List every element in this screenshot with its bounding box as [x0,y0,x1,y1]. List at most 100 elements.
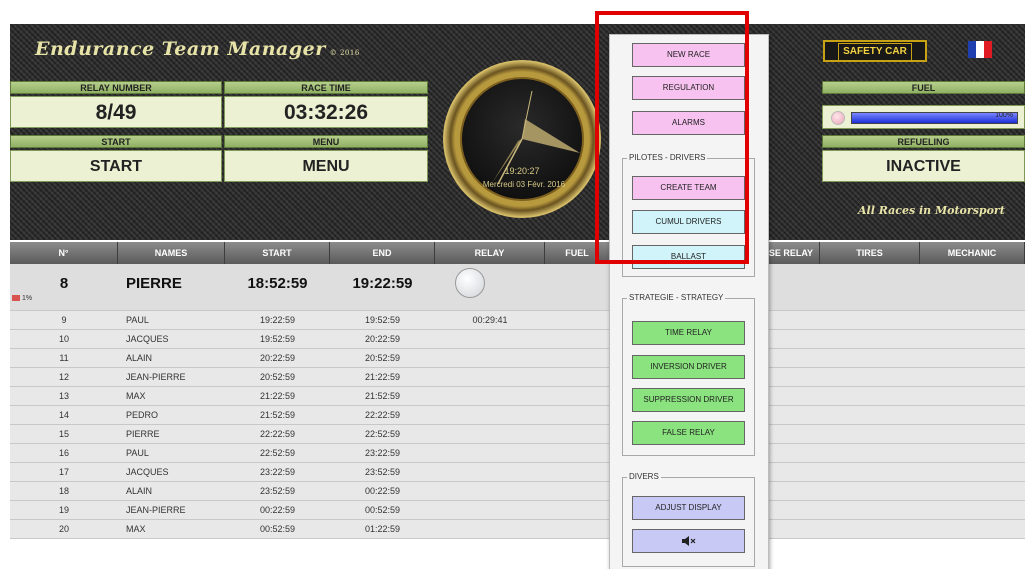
cell-start: 23:22:59 [259,467,296,477]
cell-relay [435,349,545,367]
strategy-group-title: STRATEGIE - STRATEGY [627,293,726,302]
col-header-tires: TIRES [820,242,920,264]
copyright-year: © 2016 [329,49,360,57]
table-row[interactable]: 11 ALAIN 20:22:59 20:52:59 [10,349,1025,368]
divers-group: DIVERS ADJUST DISPLAY [622,472,755,567]
cell-number: 11 [59,353,69,363]
mute-button[interactable] [632,529,745,553]
race-time-value: 03:32:26 [224,96,428,128]
progress-percent-text: 1% [22,295,33,302]
cell-relay [435,330,545,348]
cumul-drivers-button[interactable]: CUMUL DRIVERS [632,210,745,234]
french-flag-icon[interactable] [968,41,992,58]
cell-end: 19:52:59 [364,315,401,325]
cell-relay [435,501,545,519]
new-race-button[interactable]: NEW RACE [632,43,745,67]
time-relay-button[interactable]: TIME RELAY [632,321,745,345]
fuel-indicator-icon [831,111,845,125]
drivers-group: PILOTES - DRIVERS CREATE TEAM CUMUL DRIV… [622,153,755,277]
cell-start: 20:22:59 [259,353,296,363]
col-header-names: NAMES [118,242,225,264]
table-row[interactable]: 19 JEAN-PIERRE 00:22:59 00:52:59 [10,501,1025,520]
race-clock: 19:20:27 Mercredi 03 Févr. 2016 [443,60,601,218]
cell-name: PIERRE [126,429,160,439]
race-time-label: RACE TIME [224,81,428,94]
inversion-driver-button[interactable]: INVERSION DRIVER [632,355,745,379]
cell-start: 21:22:59 [259,391,296,401]
cell-end: 22:22:59 [364,410,401,420]
divers-group-title: DIVERS [627,472,661,481]
app-title-text: Endurance Team Manager [35,38,326,60]
col-header-start: START [225,242,330,264]
tagline: All Races in Motorsport [858,204,1005,217]
cell-relay: 00:29:41 [472,315,508,325]
table-row[interactable]: 10 JACQUES 19:52:59 20:22:59 [10,330,1025,349]
strategy-group: STRATEGIE - STRATEGY TIME RELAY INVERSIO… [622,293,755,456]
col-header-mechanic: MECHANIC [920,242,1025,264]
table-row[interactable]: 9 PAUL 19:22:59 19:52:59 00:29:41 [10,311,1025,330]
table-row[interactable]: 13 MAX 21:22:59 21:52:59 [10,387,1025,406]
clock-time: 19:20:27 [504,166,540,176]
cell-end: 20:52:59 [364,353,401,363]
drivers-group-title: PILOTES - DRIVERS [627,153,708,162]
ballast-button[interactable]: BALLAST [632,245,745,269]
cell-relay [435,425,545,443]
start-label: START [10,135,222,148]
cell-relay [435,406,545,424]
cell-number: 10 [58,334,69,344]
menu-button[interactable]: MENU [224,150,428,182]
start-button[interactable]: START [10,150,222,182]
table-row[interactable]: 18 ALAIN 23:52:59 00:22:59 [10,482,1025,501]
fuel-gauge: 100% [822,105,1025,129]
cell-relay [435,368,545,386]
alarms-button[interactable]: ALARMS [632,111,745,135]
cell-number: 14 [58,410,69,420]
relay-number-label: RELAY NUMBER [10,81,222,94]
safety-car-label: SAFETY CAR [838,43,912,61]
cell-end: 20:22:59 [364,334,401,344]
fuel-percent-text: 100% [995,112,1013,119]
col-header-fuel: FUEL [545,242,610,264]
false-relay-button[interactable]: FALSE RELAY [632,421,745,445]
cell-relay [435,444,545,462]
table-row[interactable]: 17 JACQUES 23:22:59 23:52:59 [10,463,1025,482]
row-container: 9 PAUL 19:22:59 19:52:59 00:29:41 10 JACQUES 19… [10,311,1025,539]
cell-start: 22:22:59 [259,429,296,439]
safety-car-button[interactable]: SAFETY CAR [823,40,927,62]
cell-name: JEAN-PIERRE [126,505,186,515]
cell-end: 00:22:59 [364,486,401,496]
cell-relay [435,482,545,500]
relay-status-indicator[interactable] [455,268,485,298]
cell-end: 19:22:59 [352,275,413,292]
suppression-driver-button[interactable]: SUPPRESSION DRIVER [632,388,745,412]
progress-flag-icon [12,295,20,302]
table-row[interactable]: 15 PIERRE 22:22:59 22:52:59 [10,425,1025,444]
cell-number: 9 [61,315,67,325]
fuel-label: FUEL [822,81,1025,94]
cell-end: 01:22:59 [364,524,401,534]
speaker-mute-icon [681,535,695,546]
relay-table: 8 PIERRE 18:52:59 19:22:59 1% 9 PAUL 19:22… [10,264,1025,539]
regulation-button[interactable]: REGULATION [632,76,745,100]
cell-start: 00:22:59 [259,505,296,515]
clock-date: Mercredi 03 Févr. 2016 [482,180,566,189]
table-row[interactable]: 20 MAX 00:52:59 01:22:59 [10,520,1025,539]
clock-face: 19:20:27 Mercredi 03 Févr. 2016 [460,77,584,201]
table-row[interactable]: 12 JEAN-PIERRE 20:52:59 21:22:59 [10,368,1025,387]
cell-name: JACQUES [126,334,169,344]
cell-name: PAUL [126,315,149,325]
table-row[interactable]: 16 PAUL 22:52:59 23:22:59 [10,444,1025,463]
menu-label: MENU [224,135,428,148]
cell-number: 17 [58,467,69,477]
cell-end: 00:52:59 [364,505,401,515]
create-team-button[interactable]: CREATE TEAM [632,176,745,200]
cell-start: 18:52:59 [247,275,308,292]
table-row[interactable]: 14 PEDRO 21:52:59 22:22:59 [10,406,1025,425]
adjust-display-button[interactable]: ADJUST DISPLAY [632,496,745,520]
cell-start: 19:22:59 [259,315,296,325]
col-header-end: END [330,242,435,264]
header-panel: Endurance Team Manager © 2016 SAFETY CAR … [10,24,1025,240]
cell-relay [435,520,545,538]
app-window: Endurance Team Manager © 2016 SAFETY CAR … [10,24,1025,569]
current-relay-row[interactable]: 8 PIERRE 18:52:59 19:22:59 1% [10,264,1025,311]
